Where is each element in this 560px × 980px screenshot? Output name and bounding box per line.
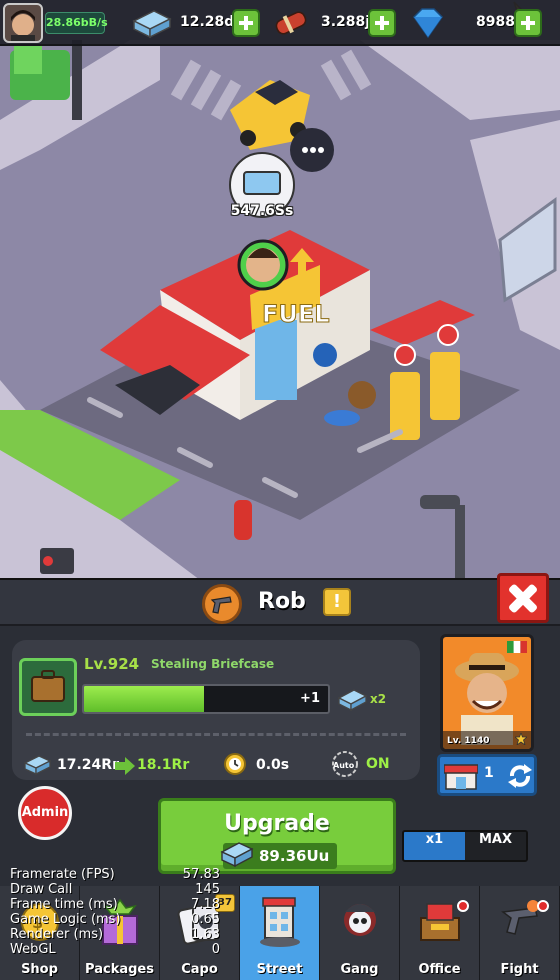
street-building-icon [259,897,300,947]
auto-state[interactable]: ON [366,756,390,772]
arrow-right-icon [115,757,135,775]
nav-gang-label: Gang [340,962,379,977]
building-price-label: 547.6Ss [230,203,294,219]
nav-office[interactable]: Office [400,886,480,980]
multiplier-toggle: x1 MAX [402,830,528,862]
add-dynamite-button[interactable] [368,9,396,37]
cash-stack-icon [132,10,172,39]
job-progress-fill [84,686,204,712]
debug-row: WebGL 0 [10,942,220,957]
cash-stack-icon [220,842,254,868]
fuel-sign: FUEL [262,300,330,328]
diamond-resource: 8988 [408,6,548,40]
dynamite-resource: 3.288jj [268,6,400,40]
building-count: 1 [484,765,494,781]
character-card[interactable]: Lv. 1140 [440,634,534,752]
add-diamonds-button[interactable] [514,9,542,37]
cash-stack-icon [337,689,368,712]
player-avatar[interactable] [3,3,43,43]
upgrade-cost-box: 89.36Uu [220,842,337,869]
gun-icon [202,584,242,624]
job-name: Stealing Briefcase [151,657,275,671]
office-notification-dot [457,900,469,912]
auto-gear-icon: Auto [332,751,358,777]
info-icon[interactable]: ! [323,588,351,616]
clock-icon [224,753,246,775]
income-current: 17.24Rr [57,757,119,773]
nav-packages-label: Packages [85,962,154,977]
dynamite-icon [275,11,307,35]
panel-header: Rob ! [0,573,560,626]
diamond-icon [413,8,443,39]
nav-gang[interactable]: Gang [320,886,400,980]
admin-button[interactable]: Admin [18,786,72,840]
upgrade-label: Upgrade [224,811,330,836]
skull-icon [343,904,376,936]
add-cash-button[interactable] [232,9,260,37]
nav-office-label: Office [418,962,461,977]
debug-row: Renderer (ms) 1.63 [10,927,220,942]
nav-capo-label: Capo [181,962,218,977]
debug-stats: Framerate (FPS) 57.83 Draw Call 145 Frame … [10,867,220,957]
nav-street[interactable]: Street [240,886,320,980]
nav-fight[interactable]: Fight [480,886,560,980]
diamond-value: 8988 [476,14,515,30]
building-icon [444,764,478,790]
job-progress-bar: +1 [82,684,330,714]
divider [26,733,406,736]
debug-row: Framerate (FPS) 57.83 [10,867,220,882]
upgrade-cost: 89.36Uu [259,847,330,865]
upgrade-button[interactable]: Upgrade 89.36Uu [158,798,396,874]
debug-row: Draw Call 145 [10,882,220,897]
multiplier-x1-button[interactable]: x1 [404,832,465,860]
job-level: Lv.924 [84,655,140,673]
income-rate: 28.86bB/s [45,12,108,34]
close-button[interactable] [497,573,549,623]
nav-street-label: Street [256,962,303,977]
refresh-icon [508,764,532,788]
income-multiplier: x2 [370,692,387,706]
cash-stack-icon [23,755,52,776]
nav-fight-label: Fight [500,962,539,977]
cash-resource: 12.28dD [130,6,262,40]
game-scene[interactable]: FUEL 547.6Ss [0,0,560,580]
auto-label: Auto [333,761,355,770]
multiplier-max-button[interactable]: MAX [465,832,526,860]
nav-shop-label: Shop [21,962,58,977]
debug-row: Game Logic (ms) 0.65 [10,912,220,927]
debug-row: Frame time (ms) 7.18 [10,897,220,912]
dynamite-value: 3.288jj [321,14,375,30]
job-card: Lv.924 Stealing Briefcase +1 x2 17.24Rr … [12,640,420,780]
progress-bonus: +1 [300,691,320,706]
character-level: Lv. 1140 [447,736,490,746]
briefcase-icon [19,658,77,716]
street-map: FUEL [0,0,560,580]
star-icon [515,733,527,745]
fight-notification-dot [537,900,549,912]
top-resource-bar: 28.86bB/s 12.28dD 3.288jj 8988 [0,0,560,46]
income-next: 18.1Rr [137,757,190,773]
panel-title: Rob [258,589,306,614]
time-value: 0.0s [256,757,290,773]
building-manage-button[interactable]: 1 [437,754,537,796]
